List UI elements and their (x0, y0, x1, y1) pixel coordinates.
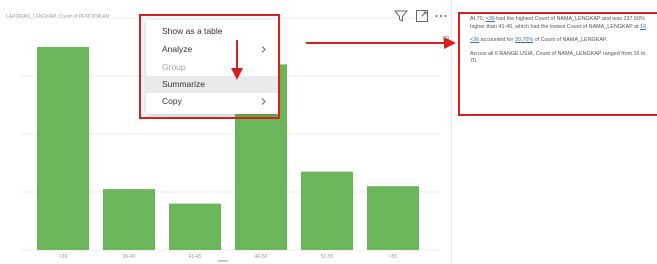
bar-4[interactable] (301, 171, 353, 250)
chevron-right-icon (261, 46, 266, 53)
menu-item-label: Summarize (162, 79, 205, 89)
resize-handle[interactable] (443, 36, 449, 42)
bar-1[interactable] (103, 189, 155, 250)
menu-item-label: Analyze (162, 44, 193, 54)
menu-item-show-as-a-table[interactable]: Show as a table (146, 23, 278, 40)
x-tick-label: <36 (59, 254, 68, 260)
more-options-icon[interactable] (433, 8, 449, 24)
summary-paragraph-3: Across all 6 RANGE USIA, Count of NAMA_L… (470, 50, 646, 65)
bar-5[interactable] (367, 186, 419, 250)
summary-link[interactable]: <36 (486, 16, 495, 22)
menu-item-summarize[interactable]: Summarize (146, 76, 278, 93)
scroll-indicator (218, 260, 228, 262)
summary-link[interactable]: 30.70% (515, 37, 533, 43)
x-tick-label: 36-40 (123, 254, 136, 260)
x-tick-label: >55 (389, 254, 398, 260)
smart-narrative-summary: At 70, <36 had the highest Count of NAMA… (458, 12, 657, 116)
menu-item-group: Group (146, 59, 278, 76)
chevron-right-icon (261, 98, 266, 105)
summary-paragraph-1: At 70, <36 had the highest Count of NAMA… (470, 16, 648, 30)
filter-icon[interactable] (393, 8, 409, 24)
menu-item-analyze[interactable]: Analyze (146, 41, 278, 58)
x-tick-label: 41-45 (189, 254, 202, 260)
bar-0[interactable] (37, 47, 89, 250)
bar-2[interactable] (169, 203, 221, 250)
summary-link[interactable]: <36 (470, 37, 479, 43)
summary-paragraph-2: <36 accounted for 30.70% of Count of NAM… (470, 37, 608, 44)
menu-item-label: Copy (162, 96, 182, 106)
x-tick-label: 46-50 (255, 254, 268, 260)
x-tick-label: 51-55 (321, 254, 334, 260)
menu-item-label: Group (162, 62, 186, 72)
context-menu: Show as a table Analyze Group Summarize Copy (146, 20, 278, 114)
menu-item-copy[interactable]: Copy (146, 93, 278, 110)
menu-item-label: Show as a table (162, 26, 223, 36)
focus-mode-icon[interactable] (414, 8, 430, 24)
